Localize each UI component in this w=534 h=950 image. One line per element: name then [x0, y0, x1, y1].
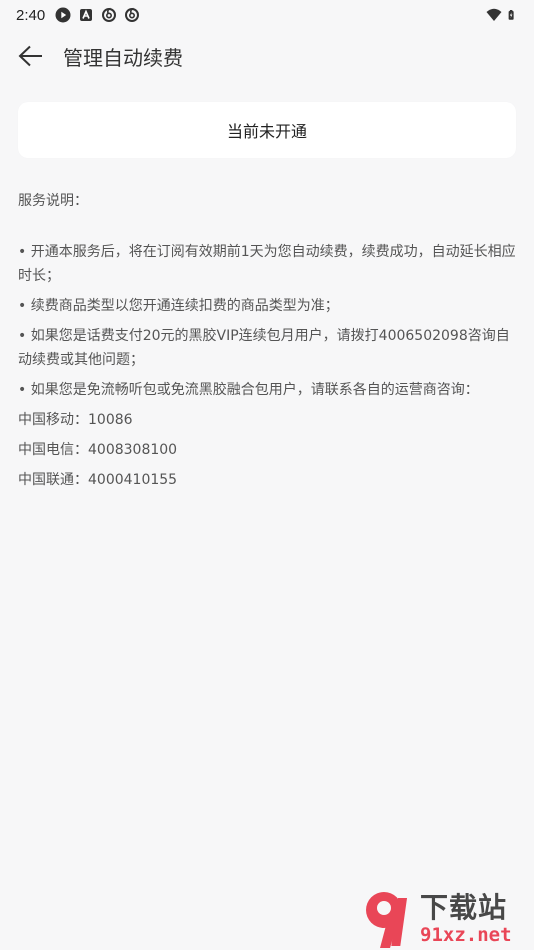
contact-china-unicom: 中国联通：4000410155	[18, 472, 178, 488]
service-item-3: • 如果您是话费支付20元的黑胶VIP连续包月用户，请拨打4006502098咨…	[18, 328, 510, 368]
subscription-status-card: 当前未开通	[18, 102, 516, 158]
subscription-status-label: 当前未开通	[226, 122, 307, 141]
system-icons	[486, 7, 518, 23]
service-title: 服务说明：	[18, 193, 88, 209]
netease-music-icon-2	[125, 7, 140, 22]
app-header: 管理自动续费	[0, 30, 534, 82]
back-button[interactable]	[3, 30, 59, 82]
play-circle-icon	[55, 7, 71, 23]
service-item-1: • 开通本服务后，将在订阅有效期前1天为您自动续费，续费成功，自动延长相应时长；	[18, 244, 516, 284]
app-a-icon	[80, 9, 93, 21]
status-bar: 2:40	[0, 0, 534, 30]
notification-icons	[55, 7, 140, 23]
netease-music-icon	[102, 7, 117, 22]
status-time: 2:40	[16, 6, 46, 24]
service-item-2: • 续费商品类型以您开通连续扣费的商品类型为准；	[18, 298, 339, 314]
wifi-icon	[486, 8, 502, 21]
watermark-url: 91xz.net	[420, 924, 512, 946]
contact-china-telecom: 中国电信：4008308100	[18, 442, 178, 458]
watermark-logo-icon	[366, 892, 408, 948]
watermark-title: 下载站	[420, 891, 508, 924]
service-description: 服务说明： • 开通本服务后，将在订阅有效期前1天为您自动续费，续费成功，自动延…	[18, 186, 518, 492]
arrow-left-icon	[18, 45, 42, 67]
site-watermark: 下载站 91xz.net	[360, 882, 530, 950]
contact-china-mobile: 中国移动：10086	[18, 412, 133, 428]
service-item-4: • 如果您是免流畅听包或免流黑胶融合包用户，请联系各自的运营商咨询：	[18, 382, 479, 398]
battery-charging-icon	[508, 10, 514, 20]
page-title: 管理自动续费	[63, 45, 183, 70]
